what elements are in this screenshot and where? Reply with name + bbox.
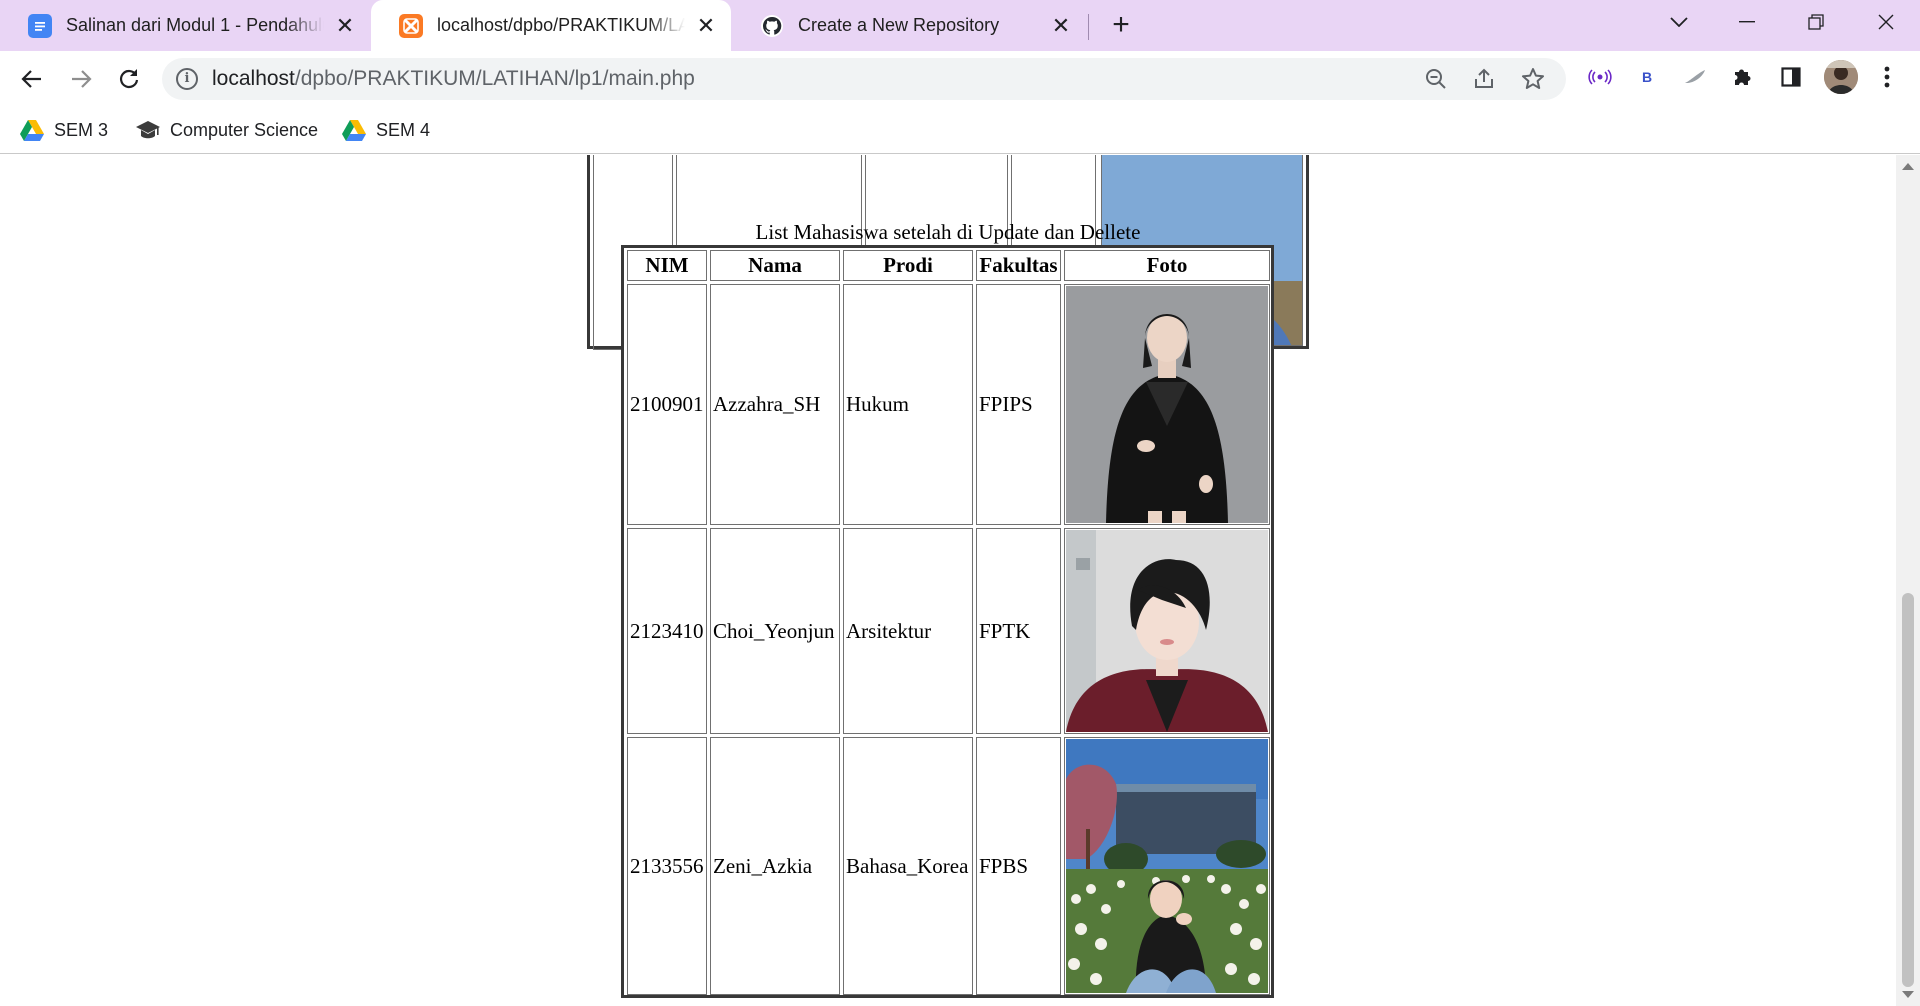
bookmark-sem3[interactable]: SEM 3 [20,107,108,153]
student-photo [1066,739,1268,993]
xampp-icon [399,13,423,38]
tab-search-chevron-down-icon[interactable] [1659,6,1699,38]
tab-title: Create a New Repository [798,15,1000,35]
bookmark-label: Computer Science [170,119,319,140]
column-header-nama: Nama [710,250,840,281]
cell-foto [1064,284,1270,525]
scroll-down-icon[interactable] [1902,991,1914,998]
bookmark-label: SEM 4 [376,119,431,140]
bookmark-label: SEM 3 [54,119,109,140]
b-extension-icon[interactable]: B [1633,63,1661,91]
cell-fakultas: FPTK [976,528,1061,734]
cell-nama: Choi_Yeonjun [710,528,840,734]
bookmark-sem4[interactable]: SEM 4 [342,107,430,153]
column-header-foto: Foto [1064,250,1270,281]
column-header-nim: NIM [627,250,707,281]
bookmark-star-icon[interactable] [1521,67,1545,91]
cell-prodi: Hukum [843,284,973,525]
tab-title: localhost/dpbo/PRAKTIKUM/LATIHAN/lp1/mai… [437,15,685,35]
cell-nama: Zeni_Azkia [710,737,840,995]
feather-extension-icon[interactable] [1681,63,1709,91]
cell-prodi: Bahasa_Korea [843,737,973,995]
address-bar[interactable]: i localhost/dpbo/PRAKTIKUM/LATIHAN/lp1/m… [162,58,1566,100]
cell-fakultas: FPBS [976,737,1061,995]
url-text[interactable]: localhost/dpbo/PRAKTIKUM/LATIHAN/lp1/mai… [212,58,695,100]
back-button[interactable] [16,63,48,95]
restore-window-icon[interactable] [1796,6,1836,38]
profile-avatar[interactable] [1824,60,1858,94]
google-drive-icon [342,118,366,142]
scrollbar-thumb[interactable] [1902,593,1914,987]
more-menu-icon[interactable] [1873,63,1901,91]
cell-nama: Azzahra_SH [710,284,840,525]
scroll-up-icon[interactable] [1902,163,1914,170]
cell-nim: 2123410 [627,528,707,734]
puzzle-extensions-icon[interactable] [1729,63,1757,91]
tab-github[interactable]: Create a New Repository ✕ [732,0,1086,51]
vertical-scrollbar[interactable] [1896,155,1920,1006]
tab-strip: Salinan dari Modul 1 - Pendahuluan ✕ loc… [0,0,1920,51]
student-photo [1066,530,1268,732]
minimize-window-icon[interactable] [1727,6,1767,38]
cell-nim: 2133556 [627,737,707,995]
cell-foto [1064,528,1270,734]
student-table: NIM Nama Prodi Fakultas Foto 2100901 Azz… [621,245,1274,998]
close-tab-icon[interactable]: ✕ [334,14,356,37]
page-viewport: List Mahasiswa setelah di Update dan Del… [0,155,1896,1006]
tab-google-docs[interactable]: Salinan dari Modul 1 - Pendahuluan ✕ [0,0,370,51]
browser-toolbar: i localhost/dpbo/PRAKTIKUM/LATIHAN/lp1/m… [0,51,1920,107]
cell-prodi: Arsitektur [843,528,973,734]
site-info-icon[interactable]: i [176,68,198,90]
tab-localhost[interactable]: localhost/dpbo/PRAKTIKUM/LATIHAN/lp1/mai… [371,0,731,51]
tab-title: Salinan dari Modul 1 - Pendahuluan [66,15,324,35]
graduation-cap-icon [136,118,160,142]
cell-nim: 2100901 [627,284,707,525]
share-icon[interactable] [1472,67,1496,91]
zoom-icon[interactable] [1424,67,1448,91]
new-tab-button[interactable]: + [1106,10,1136,41]
student-photo [1066,286,1268,523]
column-header-prodi: Prodi [843,250,973,281]
github-icon [760,14,784,38]
cell-fakultas: FPIPS [976,284,1061,525]
table-caption: List Mahasiswa setelah di Update dan Del… [755,220,1141,244]
tab-separator [1088,14,1089,40]
reload-button[interactable] [113,63,145,95]
cell-foto [1064,737,1270,995]
close-tab-icon[interactable]: ✕ [1050,14,1072,37]
side-panel-icon[interactable] [1777,63,1805,91]
google-docs-icon [28,13,52,38]
forward-button[interactable] [65,63,97,95]
broadcast-extension-icon[interactable] [1586,63,1614,91]
column-header-fakultas: Fakultas [976,250,1061,281]
close-window-icon[interactable] [1866,6,1906,38]
bookmark-computer-science[interactable]: Computer Science [136,107,318,153]
close-tab-icon[interactable]: ✕ [695,14,717,37]
bookmarks-bar: SEM 3 Computer Science SEM 4 [0,107,1920,154]
google-drive-icon [20,118,44,142]
